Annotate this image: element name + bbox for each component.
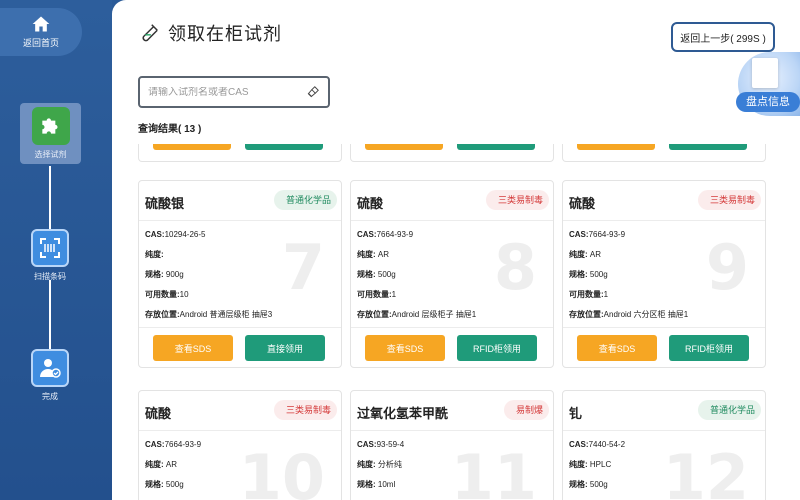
take-button[interactable]: RFID柜领用	[457, 335, 537, 361]
card-body: 11 CAS:93-59-4 纯度: 分析纯 规格: 10ml	[351, 431, 553, 500]
step-label: 完成	[42, 392, 58, 401]
spec-row: 规格: 500g	[569, 270, 608, 279]
clear-brush-icon[interactable]	[306, 85, 320, 99]
search-box	[138, 76, 330, 108]
step-label: 选择试剂	[34, 150, 67, 159]
category-badge: 三类易制毒	[697, 190, 761, 210]
purity-row: 纯度: HPLC	[569, 460, 612, 469]
clipboard-icon	[752, 58, 778, 88]
sds-button-partial[interactable]	[577, 144, 655, 150]
card-partial	[138, 144, 342, 162]
take-button-partial[interactable]	[457, 144, 535, 150]
inventory-label: 盘点信息	[736, 92, 800, 112]
card-body: 8 CAS:7664-93-9 纯度: AR 规格: 500g 可用数量:1 存…	[351, 221, 553, 327]
card-header: 钆 普通化学品	[563, 391, 765, 431]
result-count: 查询结果( 13 )	[138, 124, 202, 135]
main-panel: 领取在柜试剂 返回上一步( 299S ) 盘点信息 查询结果( 13 )	[112, 0, 800, 500]
back-button[interactable]: 返回上一步( 299S )	[671, 22, 775, 52]
reagent-name: 钆	[569, 406, 583, 421]
home-label: 返回首页	[22, 38, 59, 48]
quantity-row: 可用数量:1	[569, 290, 609, 299]
cas-row: CAS:93-59-4	[357, 440, 405, 449]
location-row: 存放位置:Android 普通层级柜 抽屉3	[145, 310, 273, 319]
reagent-card[interactable]: 硫酸 三类易制毒 8 CAS:7664-93-9 纯度: AR 规格: 500g…	[350, 180, 554, 368]
category-badge: 普通化学品	[273, 190, 337, 210]
reagent-card[interactable]: 过氧化氢苯甲酰 易制爆 11 CAS:93-59-4 纯度: 分析纯 规格: 1…	[350, 390, 554, 500]
reagent-card[interactable]: 硫酸 三类易制毒 9 CAS:7664-93-9 纯度: AR 规格: 500g…	[562, 180, 766, 368]
quantity-row: 可用数量:10	[145, 290, 189, 299]
card-body: 10 CAS:7664-93-9 纯度: AR 规格: 500g	[139, 431, 341, 500]
card-body: 7 CAS:10294-26-5 纯度: 规格: 900g 可用数量:10 存放…	[139, 221, 341, 327]
reagent-card[interactable]: 硫酸 三类易制毒 10 CAS:7664-93-9 纯度: AR 规格: 500…	[138, 390, 342, 500]
category-badge: 易制爆	[503, 400, 549, 420]
purity-row: 纯度: AR	[357, 250, 390, 259]
cas-row: CAS:7664-93-9	[357, 230, 414, 239]
spec-row: 规格: 900g	[145, 270, 184, 279]
user-check-icon	[31, 349, 69, 387]
location-row: 存放位置:Android 六分区柜 抽屉1	[569, 310, 689, 319]
step-select-reagent[interactable]: 选择试剂	[20, 103, 81, 164]
take-button-partial[interactable]	[245, 144, 323, 150]
reagent-name: 硫酸银	[145, 196, 185, 211]
view-sds-button[interactable]: 查看SDS	[365, 335, 445, 361]
card-body: 9 CAS:7664-93-9 纯度: AR 规格: 500g 可用数量:1 存…	[563, 221, 765, 327]
cas-row: CAS:10294-26-5	[145, 230, 206, 239]
purity-row: 纯度:	[145, 250, 164, 259]
location-row: 存放位置:Android 层级柜子 抽屉1	[357, 310, 477, 319]
take-button-partial[interactable]	[669, 144, 747, 150]
reagent-name: 硫酸	[145, 406, 172, 421]
card-partial	[350, 144, 554, 162]
card-header: 过氧化氢苯甲酰 易制爆	[351, 391, 553, 431]
card-actions: 查看SDS RFID柜领用	[563, 327, 765, 367]
step-scan-barcode[interactable]: 扫描条码	[20, 229, 80, 282]
reagent-name: 硫酸	[357, 196, 384, 211]
category-badge: 普通化学品	[697, 400, 761, 420]
quantity-row: 可用数量:1	[357, 290, 397, 299]
card-header: 硫酸 三类易制毒	[139, 391, 341, 431]
card-actions: 查看SDS RFID柜领用	[351, 327, 553, 367]
step-connector	[49, 166, 51, 230]
page-header: 领取在柜试剂	[138, 20, 282, 46]
card-partial	[562, 144, 766, 162]
spec-row: 规格: 500g	[145, 480, 184, 489]
take-button[interactable]: RFID柜领用	[669, 335, 749, 361]
view-sds-button[interactable]: 查看SDS	[153, 335, 233, 361]
inventory-info-button[interactable]: 盘点信息	[734, 52, 800, 116]
card-header: 硫酸 三类易制毒	[563, 181, 765, 221]
spec-row: 规格: 500g	[357, 270, 396, 279]
category-badge: 三类易制毒	[273, 400, 337, 420]
card-actions: 查看SDS 直接领用	[139, 327, 341, 367]
home-icon	[32, 16, 50, 32]
view-sds-button[interactable]: 查看SDS	[577, 335, 657, 361]
step-label: 扫描条码	[34, 272, 66, 281]
puzzle-icon	[31, 107, 70, 145]
spec-row: 规格: 500g	[569, 480, 608, 489]
sds-button-partial[interactable]	[153, 144, 231, 150]
cas-row: CAS:7664-93-9	[145, 440, 202, 449]
spec-row: 规格: 10ml	[357, 480, 396, 489]
home-button[interactable]: 返回首页	[0, 8, 82, 56]
search-input[interactable]	[148, 86, 306, 98]
card-body: 12 CAS:7440-54-2 纯度: HPLC 规格: 500g	[563, 431, 765, 500]
card-header: 硫酸 三类易制毒	[351, 181, 553, 221]
cas-row: CAS:7440-54-2	[569, 440, 626, 449]
purity-row: 纯度: AR	[145, 460, 178, 469]
reagent-name: 硫酸	[569, 196, 596, 211]
sds-button-partial[interactable]	[365, 144, 443, 150]
purity-row: 纯度: 分析纯	[357, 460, 402, 469]
card-header: 硫酸银 普通化学品	[139, 181, 341, 221]
test-tube-icon	[142, 24, 158, 42]
take-button[interactable]: 直接领用	[245, 335, 325, 361]
cas-row: CAS:7664-93-9	[569, 230, 626, 239]
step-complete[interactable]: 完成	[20, 349, 80, 402]
category-badge: 三类易制毒	[485, 190, 549, 210]
barcode-scan-icon	[31, 229, 69, 267]
sidebar: 返回首页 选择试剂 扫描条码 完成	[0, 0, 112, 500]
reagent-card[interactable]: 硫酸银 普通化学品 7 CAS:10294-26-5 纯度: 规格: 900g …	[138, 180, 342, 368]
step-connector	[49, 280, 51, 350]
purity-row: 纯度: AR	[569, 250, 602, 259]
reagent-card[interactable]: 钆 普通化学品 12 CAS:7440-54-2 纯度: HPLC 规格: 50…	[562, 390, 766, 500]
reagent-name: 过氧化氢苯甲酰	[357, 406, 449, 421]
page-title: 领取在柜试剂	[168, 24, 282, 44]
